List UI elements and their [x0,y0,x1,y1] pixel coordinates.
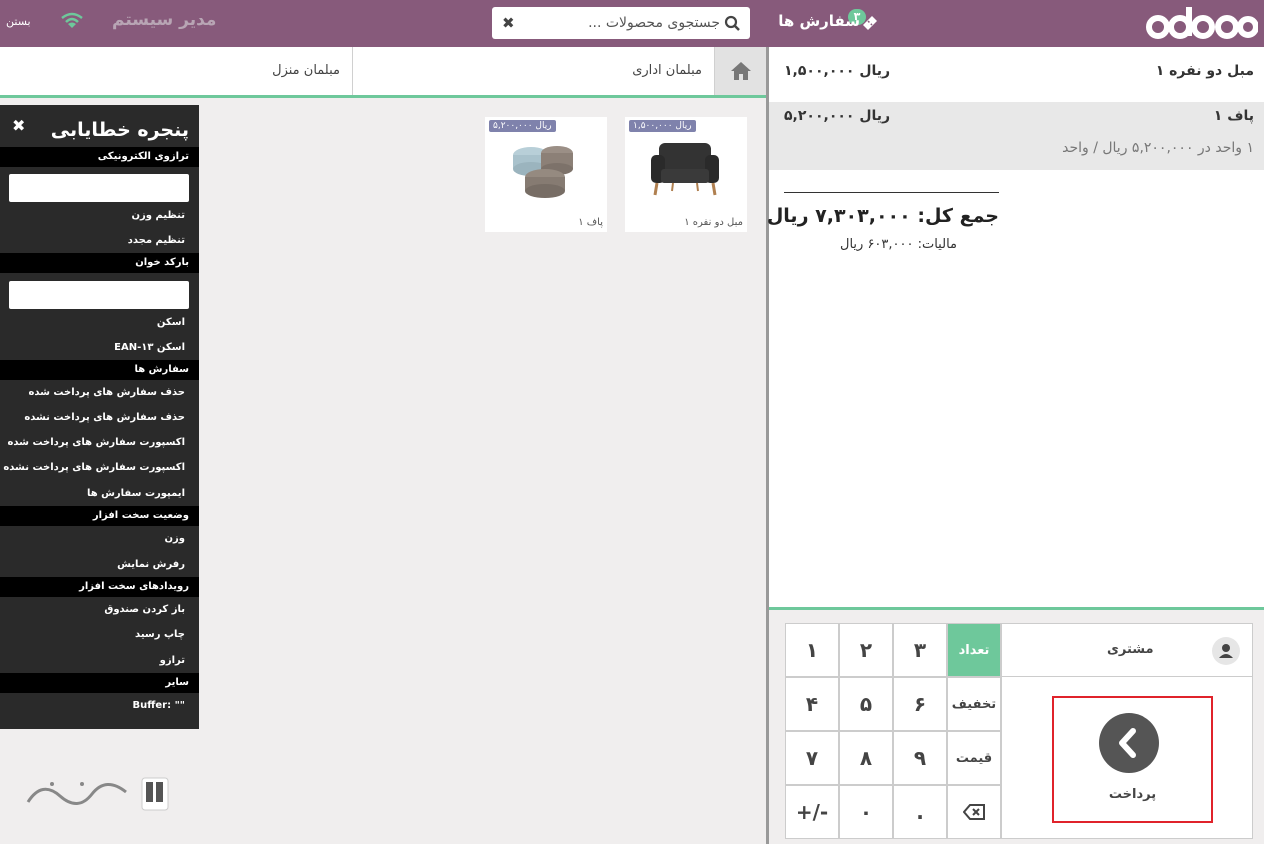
close-session-link[interactable]: بستن [6,15,31,28]
home-icon [730,62,751,80]
close-icon[interactable]: ✖ [12,116,25,135]
section-orders: سفارش ها [0,360,199,380]
wifi-icon [61,12,83,28]
section-hardware-events: رویدادهای سخت افزار [0,577,199,597]
delete-unpaid-orders-button[interactable]: حذف سفارش های پرداخت نشده [0,405,199,430]
action-pad: مشتری پرداخت [1001,623,1253,839]
odoo-logo [1146,7,1258,39]
open-cashbox-event: باز کردن صندوق [104,604,185,615]
orders-button[interactable]: ۳ سفارش ها [776,8,888,38]
set-weight-button[interactable]: تنظیم وزن [0,203,199,228]
orderline-product-name: پاف ۱ [1213,108,1254,124]
payment-button[interactable]: پرداخت [1052,696,1213,823]
numpad-key-5[interactable]: ۵ [839,677,893,731]
import-orders-button[interactable]: ایمپورت سفارش ها [0,481,199,506]
orderline-price: ۵,۲۰۰,۰۰۰ ریال [784,108,891,124]
weight-input[interactable] [9,174,189,202]
watermark-logo [26,777,169,811]
payment-circle [1099,713,1159,773]
numpad-key-1[interactable]: ۱ [785,623,839,677]
print-receipt-event: چاپ رسید [135,629,185,640]
numpad-key-4[interactable]: ۴ [785,677,839,731]
top-header: ۳ سفارش ها ✖ مدیر سیستم بستن [0,0,1264,47]
debug-window: ✖ پنجره خطایابی ترازوی الکترونیکی تنظیم … [0,105,199,729]
customer-label: مشتری [1107,642,1154,657]
set-customer-button[interactable]: مشتری [1002,624,1252,677]
scan-ean13-button[interactable]: اسکن EAN-۱۳ [0,335,199,360]
delete-paid-orders-button[interactable]: حذف سفارش های پرداخت شده [0,380,199,405]
section-hardware-status: وضعیت سخت افزار [0,506,199,526]
numpad-key-3[interactable]: ۳ [893,623,947,677]
section-barcode: بارکد خوان [0,253,199,273]
product-price: ۵,۲۰۰,۰۰۰ ریال [489,120,556,132]
debug-title: پنجره خطایابی [50,119,189,141]
mode-price-button[interactable]: قیمت [947,731,1001,785]
product-name: پاف ۱ [578,217,603,228]
user-name[interactable]: مدیر سیستم [112,10,216,30]
payment-label: پرداخت [1108,787,1157,802]
numpad-key-2[interactable]: ۲ [839,623,893,677]
control-panel: ۱ ۲ ۳ تعداد ۴ ۵ ۶ تخفیف ۷ ۸ ۹ قیمت +/- ۰… [769,613,1264,844]
scale-event: ترازو [159,655,185,666]
numpad-key-6[interactable]: ۶ [893,677,947,731]
barcode-input[interactable] [9,281,189,309]
numpad-key-sign[interactable]: +/- [785,785,839,839]
section-scale: ترازوی الکترونیکی [0,147,199,167]
buffer-readout: Buffer: "" [132,700,185,711]
reset-weight-button[interactable]: تنظیم مجدد [0,228,199,253]
orders-label: سفارش ها [778,12,860,30]
weight-status: وزن [164,533,185,544]
orderline-price: ۱,۵۰۰,۰۰۰ ریال [784,63,891,79]
numpad-key-8[interactable]: ۸ [839,731,893,785]
display-refresh-status: رفرش نمایش [117,559,185,570]
clear-icon[interactable]: ✖ [502,14,515,32]
search-icon [724,15,740,31]
order-summary: جمع کل: ۷,۳۰۳,۰۰۰ ریال مالیات: ۶۰۳,۰۰۰ ر… [767,192,999,252]
order-total: جمع کل: ۷,۳۰۳,۰۰۰ ریال [766,205,999,227]
category-bar: مبلمان اداری مبلمان منزل [0,47,766,98]
search-input[interactable] [520,11,720,35]
numpad-key-7[interactable]: ۷ [785,731,839,785]
category-office-furniture[interactable]: مبلمان اداری [352,47,714,95]
numpad-backspace-button[interactable] [947,785,1001,839]
product-price: ۱,۵۰۰,۰۰۰ ریال [629,120,696,132]
orderline[interactable]: مبل دو نفره ۱ ۱,۵۰۰,۰۰۰ ریال [769,47,1264,97]
numpad: ۱ ۲ ۳ تعداد ۴ ۵ ۶ تخفیف ۷ ۸ ۹ قیمت +/- ۰… [785,623,1001,839]
user-icon [1212,637,1240,665]
order-tax: مالیات: ۶۰۳,۰۰۰ ریال [840,237,957,252]
chevron-left-icon [1119,728,1136,758]
scan-button[interactable]: اسکن [0,310,199,335]
mode-quantity-button[interactable]: تعداد [947,623,1001,677]
product-name: مبل دو نفره ۱ [684,217,743,228]
orderline-detail: ۱ واحد در ۵,۲۰۰,۰۰۰ ریال / واحد [1062,140,1254,156]
order-panel: مبل دو نفره ۱ ۱,۵۰۰,۰۰۰ ریال پاف ۱ ۵,۲۰۰… [767,47,1264,610]
numpad-key-0[interactable]: ۰ [839,785,893,839]
export-unpaid-orders-button[interactable]: اکسپورت سفارش های پرداخت نشده [0,455,199,480]
backspace-icon [963,804,985,820]
numpad-key-9[interactable]: ۹ [893,731,947,785]
product-card[interactable]: ۱,۵۰۰,۰۰۰ ریال مبل دو نفره ۱ [625,117,747,232]
orderline-selected[interactable]: پاف ۱ ۵,۲۰۰,۰۰۰ ریال ۱ واحد در ۵,۲۰۰,۰۰۰… [769,102,1264,170]
category-home-furniture[interactable]: مبلمان منزل [12,47,352,95]
section-other: سایر [0,673,199,693]
sofa-image [651,143,719,196]
orderline-product-name: مبل دو نفره ۱ [1155,63,1254,79]
home-category-button[interactable] [714,47,766,95]
product-search: ✖ [492,7,750,39]
export-paid-orders-button[interactable]: اکسپورت سفارش های پرداخت شده [0,430,199,455]
product-card[interactable]: ۵,۲۰۰,۰۰۰ ریال پاف ۱ [485,117,607,232]
numpad-key-dot[interactable]: . [893,785,947,839]
mode-discount-button[interactable]: تخفیف [947,677,1001,731]
pouf-image [513,146,573,198]
